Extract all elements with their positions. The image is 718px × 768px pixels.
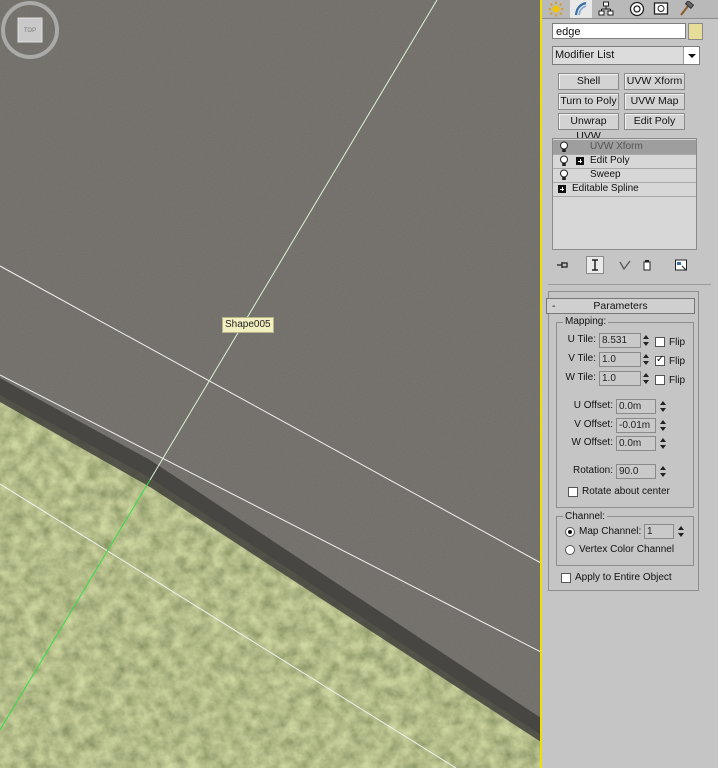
spinner-arrows-icon[interactable] xyxy=(659,399,668,414)
rotation-label: Rotation: xyxy=(572,465,613,476)
w-flip-checkbox[interactable] xyxy=(655,375,665,385)
parameters-title: Parameters xyxy=(593,300,648,312)
lightbulb-icon[interactable] xyxy=(559,155,569,167)
lightbulb-icon[interactable] xyxy=(559,169,569,181)
stack-item-label: Edit Poly xyxy=(590,155,630,166)
w-tile-field[interactable]: 1.0 xyxy=(599,371,641,386)
stack-item-label: UVW Xform xyxy=(590,141,643,152)
stack-toolbar xyxy=(552,256,702,276)
spinner-arrows-icon[interactable] xyxy=(659,436,668,451)
hammer-icon xyxy=(680,1,694,16)
u-offset-label: U Offset: xyxy=(573,400,613,411)
v-flip-label: Flip xyxy=(669,356,686,367)
map-channel-field[interactable]: 1 xyxy=(644,524,674,539)
modifier-list-label: Modifier List xyxy=(555,49,615,61)
panel-divider xyxy=(548,284,711,285)
tab-display[interactable] xyxy=(650,0,672,18)
collapse-icon: - xyxy=(552,300,556,312)
make-unique-button[interactable] xyxy=(616,256,634,274)
show-end-result-button[interactable] xyxy=(586,256,604,274)
v-offset-field[interactable]: -0.01m xyxy=(616,418,656,433)
vertex-color-channel-label: Vertex Color Channel xyxy=(579,544,675,555)
rotate-about-center-checkbox[interactable] xyxy=(568,487,578,497)
shell-button[interactable]: Shell xyxy=(558,73,619,90)
sun-icon xyxy=(548,1,564,17)
spinner-arrows-icon[interactable] xyxy=(642,333,651,348)
v-tile-field[interactable]: 1.0 xyxy=(599,352,641,367)
hierarchy-icon xyxy=(598,1,614,16)
u-tile-label: U Tile: xyxy=(567,334,596,345)
w-flip-label: Flip xyxy=(669,375,686,386)
stack-item-edit-poly[interactable]: Edit Poly xyxy=(553,154,696,169)
unwrap-uvw-button[interactable]: Unwrap UVW xyxy=(558,113,619,142)
tab-hierarchy[interactable] xyxy=(595,0,617,18)
mapping-group xyxy=(556,322,694,508)
tab-motion[interactable] xyxy=(626,0,648,18)
u-flip-label: Flip xyxy=(669,337,686,348)
trash-icon xyxy=(643,260,651,271)
pin-icon xyxy=(557,262,568,268)
v-offset-label: V Offset: xyxy=(574,419,613,430)
channel-group-title: Channel: xyxy=(563,511,608,523)
rotation-field[interactable]: 90.0 xyxy=(616,464,656,479)
map-channel-radio[interactable] xyxy=(565,527,575,537)
map-channel-label: Map Channel: xyxy=(579,526,642,537)
w-offset-field[interactable]: 0.0m xyxy=(616,436,656,451)
uvw-xform-button[interactable]: UVW Xform xyxy=(624,73,685,90)
viewport-scene xyxy=(0,0,541,768)
tab-modify[interactable] xyxy=(570,0,592,18)
tab-utilities[interactable] xyxy=(675,0,697,18)
mapping-group-title: Mapping: xyxy=(563,316,609,328)
expand-plus-icon[interactable] xyxy=(558,185,566,193)
object-name-field[interactable]: edge xyxy=(552,23,686,39)
configure-modifier-sets-button[interactable] xyxy=(672,256,690,274)
viewcube-label: TOP xyxy=(24,28,36,34)
u-flip-checkbox[interactable] xyxy=(655,337,665,347)
object-label: Shape005 xyxy=(222,317,274,333)
spinner-arrows-icon[interactable] xyxy=(642,371,651,386)
chevron-down-icon[interactable] xyxy=(683,47,699,64)
modifier-stack: UVW Xform Edit Poly Sweep Editable Splin… xyxy=(552,138,697,250)
stack-item-label: Sweep xyxy=(590,169,621,180)
pin-stack-button[interactable] xyxy=(554,256,572,274)
edit-poly-button[interactable]: Edit Poly xyxy=(624,113,685,130)
u-offset-field[interactable]: 0.0m xyxy=(616,399,656,414)
spinner-arrows-icon[interactable] xyxy=(642,352,651,367)
viewport-top[interactable]: Shape005 TOP xyxy=(0,0,541,768)
configure-icon xyxy=(675,259,687,271)
expand-plus-icon[interactable] xyxy=(576,157,584,165)
modifier-list-dropdown[interactable]: Modifier List xyxy=(552,46,700,65)
uvw-map-button[interactable]: UVW Map xyxy=(624,93,685,110)
spinner-arrows-icon[interactable] xyxy=(659,418,668,433)
v-flip-checkbox[interactable] xyxy=(655,354,665,366)
command-panel-tabs xyxy=(542,0,718,19)
u-tile-field[interactable]: 8.531 xyxy=(599,333,641,348)
stack-item-label: Editable Spline xyxy=(572,183,639,194)
stack-item-editable-spline[interactable]: Editable Spline xyxy=(553,182,696,197)
command-panel: edge Modifier List Shell UVW Xform Turn … xyxy=(542,0,718,768)
end-result-icon xyxy=(592,259,598,271)
stack-item-uvw-xform[interactable]: UVW Xform xyxy=(553,140,696,155)
modify-icon xyxy=(574,1,587,16)
v-tile-label: V Tile: xyxy=(568,353,596,364)
display-icon xyxy=(653,2,669,15)
motion-icon xyxy=(629,1,645,17)
remove-modifier-button[interactable] xyxy=(638,256,656,274)
stack-item-sweep[interactable]: Sweep xyxy=(553,168,696,183)
apply-entire-object-checkbox[interactable] xyxy=(561,573,571,583)
viewcube-icon[interactable]: TOP xyxy=(0,0,60,60)
rotate-about-center-label: Rotate about center xyxy=(582,486,670,497)
turn-to-poly-button[interactable]: Turn to Poly xyxy=(558,93,619,110)
make-unique-icon xyxy=(619,260,631,271)
vertex-color-channel-radio[interactable] xyxy=(565,545,575,555)
spinner-arrows-icon[interactable] xyxy=(659,464,668,479)
parameters-rollout-header[interactable]: - Parameters xyxy=(546,298,695,314)
w-tile-label: W Tile: xyxy=(565,372,596,383)
w-offset-label: W Offset: xyxy=(571,437,614,448)
spinner-arrows-icon[interactable] xyxy=(677,524,686,539)
lightbulb-icon[interactable] xyxy=(559,141,569,153)
tab-create[interactable] xyxy=(545,0,567,18)
apply-entire-object-label: Apply to Entire Object xyxy=(575,572,672,583)
object-color-swatch[interactable] xyxy=(688,23,703,40)
